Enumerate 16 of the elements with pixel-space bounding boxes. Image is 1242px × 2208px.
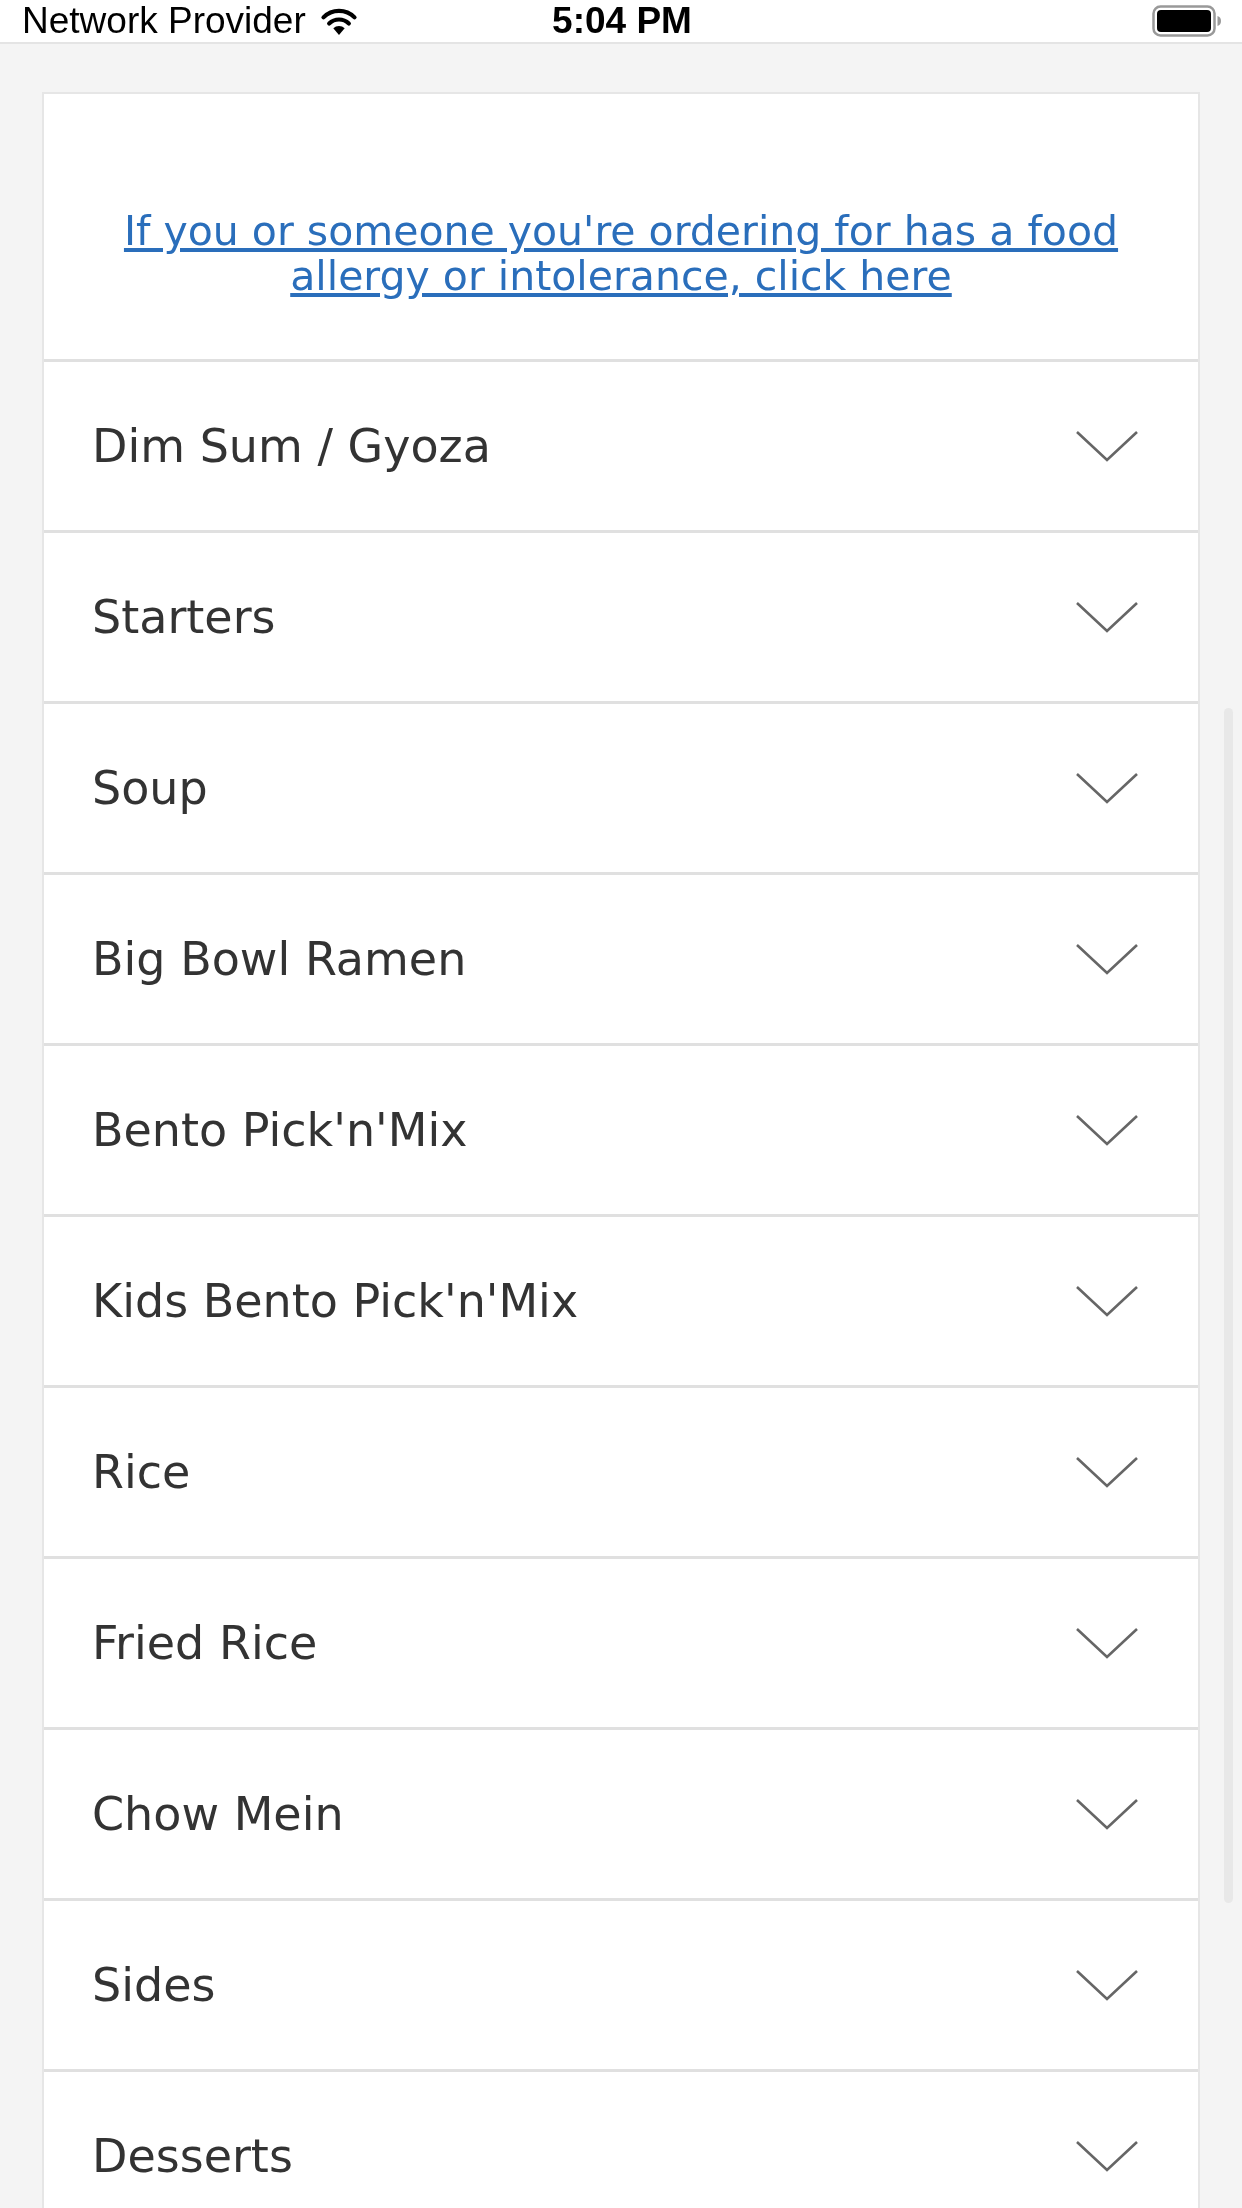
category-label: Soup [92,761,208,815]
category-label: Bento Pick'n'Mix [92,1103,468,1157]
category-label: Sides [92,1958,216,2012]
category-label: Starters [92,590,276,644]
category-label: Desserts [92,2129,293,2183]
wifi-icon [319,6,358,36]
category-label: Rice [92,1445,191,1499]
status-time: 5:04 PM [552,0,692,42]
battery-icon [1152,5,1222,37]
allergy-link[interactable]: If you or someone you're ordering for has a food allergy or intolerance, click here [101,209,1141,299]
category-label: Fried Rice [92,1616,318,1670]
category-label: Dim Sum / Gyoza [92,419,491,473]
category-label: Kids Bento Pick'n'Mix [92,1274,579,1328]
carrier-name: Network Provider [22,0,306,42]
category-label: Chow Mein [92,1787,344,1841]
category-label: Big Bowl Ramen [92,932,467,986]
